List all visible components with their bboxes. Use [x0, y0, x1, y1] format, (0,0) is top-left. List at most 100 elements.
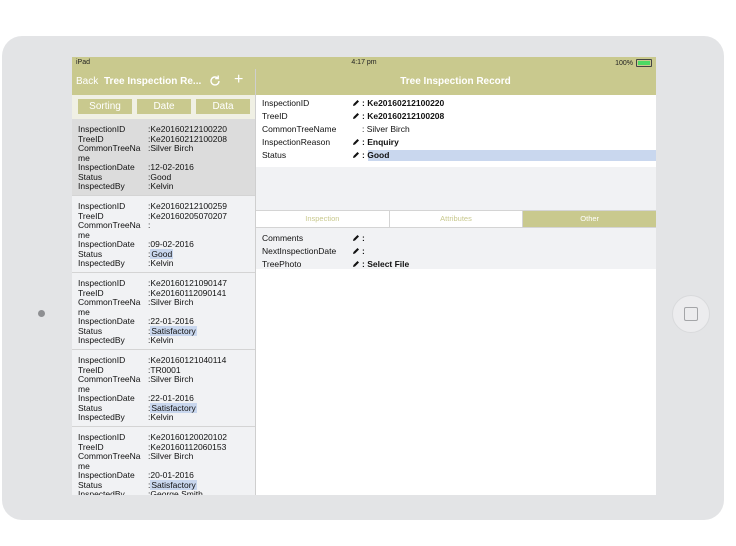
field-label: InspectionDate	[78, 470, 135, 480]
other-row: TreePhoto : Select File	[262, 259, 656, 271]
field-label: Status	[78, 325, 103, 336]
tab-other[interactable]: Other	[523, 211, 656, 227]
field-value: Silver Birch	[150, 374, 194, 384]
field-value: 22-01-2016	[150, 393, 194, 403]
field-label: TreeID	[78, 210, 104, 221]
field-label: CommonTreeNa	[78, 143, 141, 153]
detail-value[interactable]: : Ke20160212100220	[352, 98, 444, 108]
refresh-icon[interactable]	[208, 74, 222, 88]
field-label: InspectionID	[78, 201, 126, 211]
sorting-button[interactable]: Sorting	[78, 99, 132, 114]
field-label: Status	[78, 479, 103, 490]
app-screen: iPad 4:17 pm 100% Back Tree Inspection R…	[72, 57, 656, 495]
detail-value[interactable]: :	[352, 233, 365, 243]
field-label: TreeID	[78, 441, 104, 452]
list-item[interactable]: InspectionID:Ke20160120020102 TreeID:Ke20…	[72, 427, 255, 495]
field-value: Silver Birch	[150, 451, 194, 461]
detail-value[interactable]: : Select File	[352, 259, 409, 269]
field-label: CommonTreeNa	[78, 220, 141, 230]
field-label: InspectedBy	[78, 335, 125, 345]
field-label: TreeID	[78, 133, 104, 144]
battery-icon	[636, 59, 652, 67]
edit-pencil-icon[interactable]	[352, 260, 360, 268]
field-value: Ke20160120020102	[150, 432, 227, 442]
field-label: me	[78, 460, 90, 471]
edit-pencil-icon[interactable]	[352, 151, 360, 159]
detail-tabs: Inspection Attributes Other	[256, 210, 656, 228]
field-value: Kelvin	[150, 181, 174, 191]
field-value: Ke20160112060153	[150, 441, 227, 452]
field-label: InspectionID	[78, 124, 126, 134]
field-label: CommonTreeNa	[78, 297, 141, 307]
detail-row: TreeID : Ke20160212100208	[262, 111, 656, 123]
field-label: me	[78, 383, 90, 394]
field-label: CommonTreeNa	[78, 451, 141, 461]
detail-row: Status: Good	[262, 150, 656, 162]
field-value: 12-02-2016	[150, 162, 194, 172]
detail-value[interactable]: : Ke20160212100208	[352, 111, 444, 121]
tab-inspection[interactable]: Inspection	[256, 211, 390, 227]
field-value: 22-01-2016	[150, 316, 194, 326]
field-value: TR0001	[150, 364, 181, 375]
field-label: Status	[78, 171, 103, 182]
field-label: InspectedBy	[78, 258, 125, 268]
field-value: Ke20160205070207	[150, 210, 227, 221]
edit-pencil-icon[interactable]	[352, 138, 360, 146]
field-label: me	[78, 306, 90, 317]
list-item[interactable]: InspectionID:Ke20160121040114 TreeID:TR00…	[72, 350, 255, 427]
field-value: Kelvin	[150, 412, 174, 422]
field-label: InspectionID	[78, 278, 126, 288]
detail-label: CommonTreeName	[262, 124, 337, 134]
detail-label: TreePhoto	[262, 259, 302, 269]
field-label: InspectionDate	[78, 393, 135, 403]
edit-pencil-icon[interactable]	[352, 99, 360, 107]
field-value: Silver Birch	[150, 143, 194, 153]
detail-row: CommonTreeName: Silver Birch	[262, 124, 656, 136]
detail-value[interactable]: :	[352, 246, 365, 256]
field-value: Good	[150, 248, 174, 259]
field-label: InspectedBy	[78, 489, 125, 495]
field-value: Ke20160212100208	[150, 133, 227, 144]
detail-row: InspectionID: Ke20160212100220	[262, 98, 656, 110]
nav-bar: Back Tree Inspection Re... + Tree Inspec…	[72, 69, 656, 95]
date-button[interactable]: Date	[137, 99, 191, 114]
field-value: Satisfactory	[150, 479, 197, 490]
field-value: George Smith	[150, 489, 203, 495]
field-label: InspectedBy	[78, 181, 125, 191]
field-label: InspectedBy	[78, 412, 125, 422]
field-value: Ke20160212100220	[150, 124, 227, 134]
detail-value[interactable]: : Good	[352, 150, 389, 160]
field-label: InspectionDate	[78, 162, 135, 172]
home-button[interactable]	[672, 295, 710, 333]
field-value: Kelvin	[150, 258, 174, 268]
edit-pencil-icon[interactable]	[352, 234, 360, 242]
field-value: Ke20160112090141	[150, 287, 227, 298]
field-label: CommonTreeNa	[78, 374, 141, 384]
list-title: Tree Inspection Re...	[104, 76, 202, 87]
field-label: Status	[78, 402, 103, 413]
detail-row: InspectionReason : Enquiry	[262, 137, 656, 149]
other-row: Comments:	[262, 233, 656, 245]
detail-panel: InspectionID: Ke20160212100220 TreeID : Ke…	[256, 95, 656, 495]
edit-pencil-icon[interactable]	[352, 112, 360, 120]
detail-label: Comments	[262, 233, 304, 243]
detail-label: TreeID	[262, 111, 288, 121]
camera-dot	[38, 310, 45, 317]
field-label: me	[78, 152, 90, 163]
field-label: Status	[78, 248, 103, 259]
tab-attributes[interactable]: Attributes	[389, 211, 524, 227]
detail-value[interactable]: : Enquiry	[352, 137, 399, 147]
add-icon[interactable]: +	[234, 72, 243, 88]
detail-label: InspectionReason	[262, 137, 331, 147]
field-value: Kelvin	[150, 335, 174, 345]
field-value: 20-01-2016	[150, 470, 194, 480]
back-button[interactable]: Back	[76, 76, 98, 87]
data-button[interactable]: Data	[196, 99, 250, 114]
field-label: InspectionDate	[78, 316, 135, 326]
field-label: InspectionID	[78, 355, 126, 365]
edit-pencil-icon[interactable]	[352, 247, 360, 255]
list-item[interactable]: InspectionID:Ke20160121090147 TreeID:Ke20…	[72, 273, 255, 350]
field-value: Satisfactory	[150, 325, 197, 336]
list-item[interactable]: InspectionID:Ke20160212100220 TreeID:Ke20…	[72, 119, 255, 196]
list-item[interactable]: InspectionID:Ke20160212100259 TreeID:Ke20…	[72, 196, 255, 273]
